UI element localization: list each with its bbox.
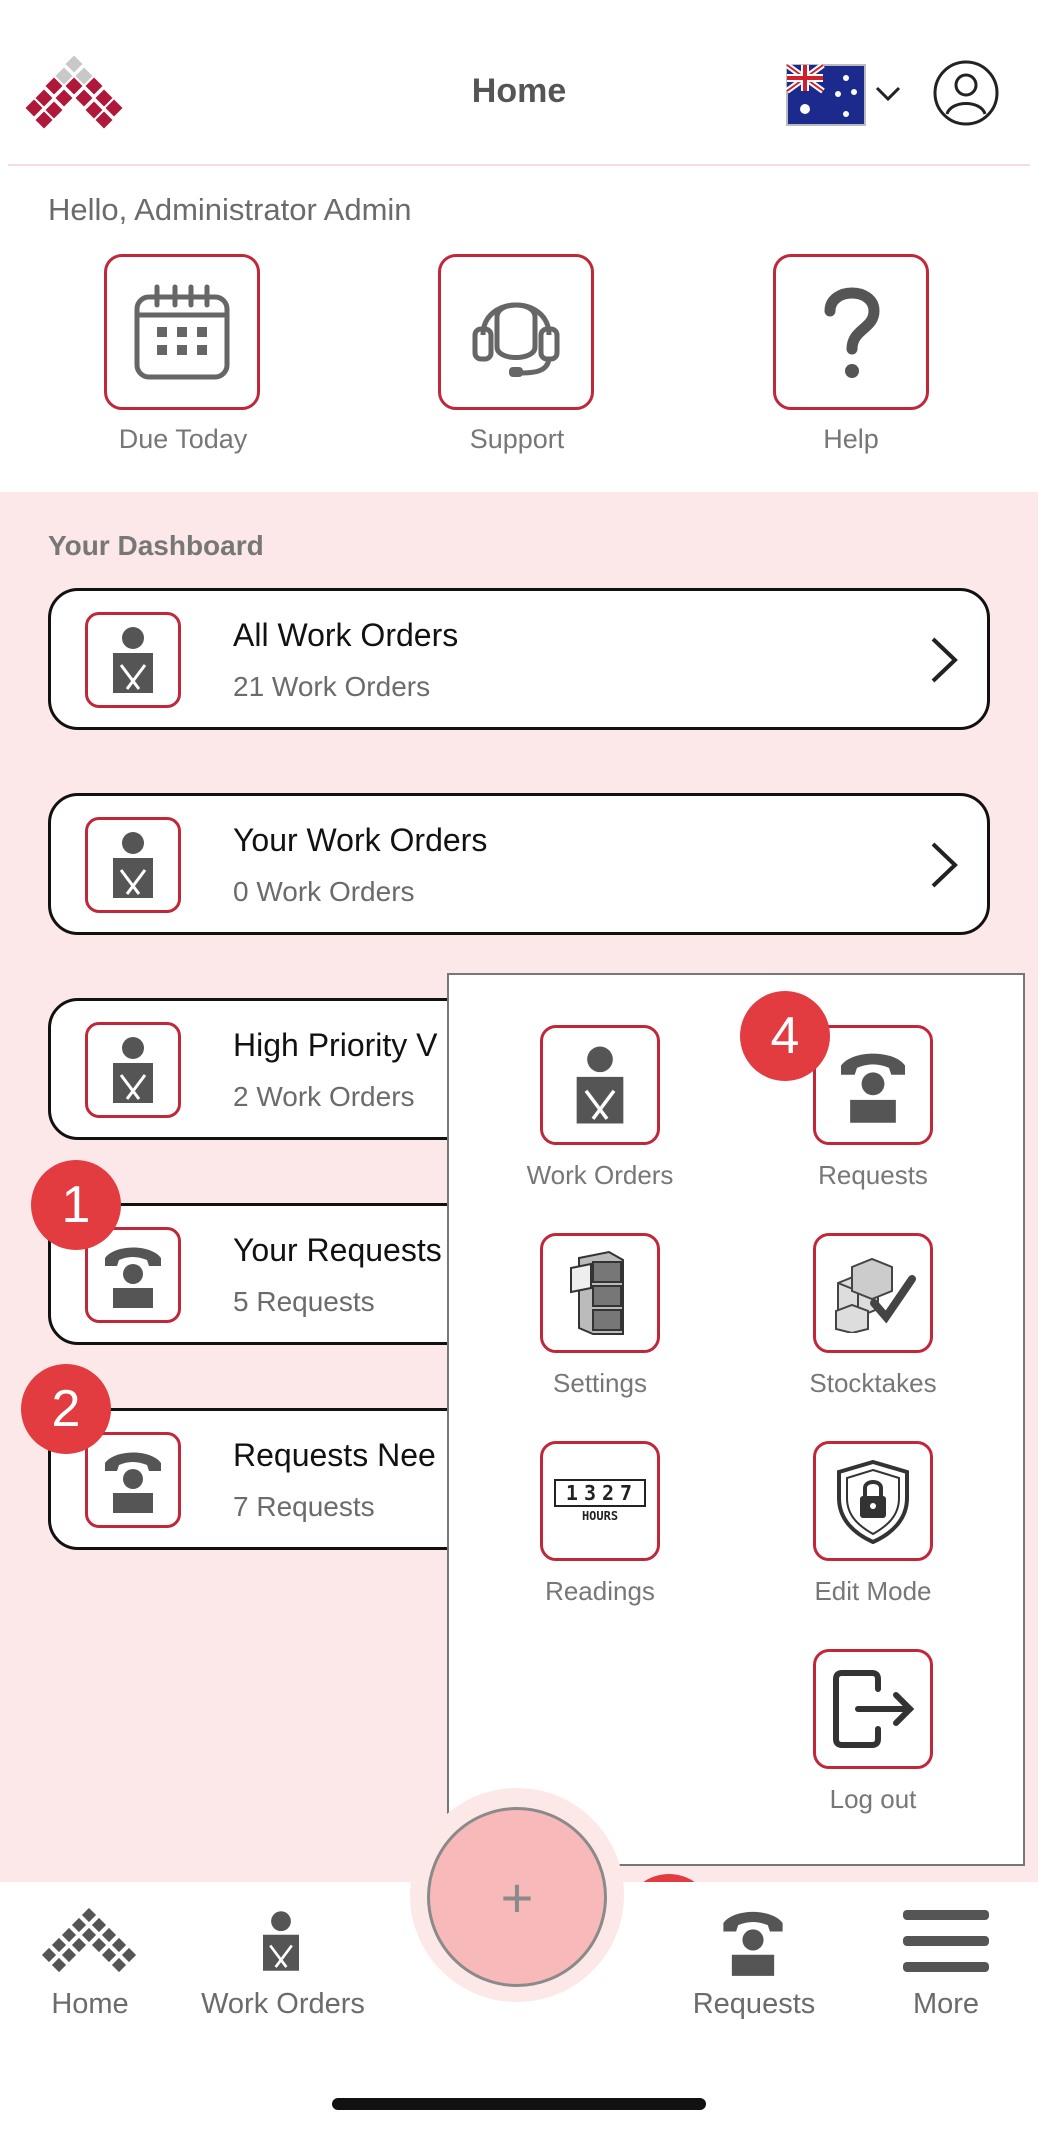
menu-requests-label: Requests	[818, 1160, 928, 1190]
menu-settings-label: Settings	[553, 1368, 647, 1398]
card-subtitle: 0 Work Orders	[233, 876, 415, 907]
support-button[interactable]	[438, 254, 594, 410]
card-all-work-orders[interactable]: All Work Orders 21 Work Orders	[48, 588, 990, 730]
card-title: All Work Orders	[233, 617, 459, 653]
nav-more-label: More	[912, 1988, 980, 2020]
hamburger-menu-icon	[903, 1910, 989, 1972]
home-indicator	[332, 2098, 706, 2110]
user-profile-icon[interactable]	[933, 60, 999, 126]
card-title: Your Requests	[233, 1232, 442, 1268]
work-order-icon	[263, 1911, 299, 1971]
readings-counter-digits: 1327	[554, 1479, 646, 1507]
help-label: Help	[823, 424, 879, 454]
telephone-person-icon	[723, 1911, 783, 1976]
work-order-icon	[85, 612, 181, 708]
hours-counter-icon: 1327 HOURS	[554, 1479, 646, 1523]
telephone-person-icon	[841, 1053, 905, 1123]
card-subtitle: 5 Requests	[233, 1286, 375, 1317]
due-today-label: Due Today	[118, 424, 248, 454]
step-badge-4: 4	[740, 991, 830, 1081]
menu-requests-button[interactable]	[813, 1025, 933, 1145]
step-badge-1: 1	[31, 1160, 121, 1250]
shield-lock-icon	[837, 1459, 909, 1544]
card-subtitle: 7 Requests	[233, 1491, 375, 1522]
dashboard-title: Your Dashboard	[48, 530, 264, 561]
add-fab-button[interactable]: +	[427, 1807, 607, 1987]
support-label: Support	[469, 424, 565, 454]
menu-log-out-label: Log out	[829, 1784, 917, 1814]
menu-edit-mode-label: Edit Mode	[814, 1576, 932, 1606]
greeting-text: Hello, Administrator Admin	[48, 192, 412, 227]
nav-requests-label: Requests	[692, 1988, 816, 2020]
app-header: Home	[0, 0, 1038, 166]
menu-stocktakes-label: Stocktakes	[809, 1368, 937, 1398]
due-today-button[interactable]	[104, 254, 260, 410]
menu-log-out-button[interactable]	[813, 1649, 933, 1769]
card-title: Requests Nee	[233, 1437, 436, 1473]
work-order-icon	[85, 1022, 181, 1118]
card-subtitle: 2 Work Orders	[233, 1081, 415, 1112]
diamond-logo-icon	[41, 1908, 137, 1973]
menu-work-orders-label: Work Orders	[526, 1160, 674, 1190]
logout-icon	[833, 1670, 915, 1748]
language-selector[interactable]	[786, 64, 906, 126]
card-title: Your Work Orders	[233, 822, 488, 858]
telephone-person-icon	[85, 1432, 181, 1528]
calendar-icon	[134, 284, 230, 380]
menu-settings-button[interactable]	[540, 1233, 660, 1353]
step-badge-2: 2	[21, 1364, 111, 1454]
work-order-icon	[85, 817, 181, 913]
work-order-icon	[576, 1046, 624, 1124]
nav-work-orders-label: Work Orders	[201, 1988, 365, 2020]
filing-cabinet-icon	[570, 1250, 624, 1335]
header-divider	[8, 164, 1030, 166]
nav-home-label: Home	[51, 1988, 129, 2020]
menu-edit-mode-button[interactable]	[813, 1441, 933, 1561]
card-title: High Priority V	[233, 1027, 438, 1063]
menu-readings-button[interactable]: 1327 HOURS	[540, 1441, 660, 1561]
boxes-check-icon	[835, 1257, 916, 1333]
card-subtitle: 21 Work Orders	[233, 671, 431, 702]
australia-flag-icon	[786, 64, 866, 126]
menu-readings-label: Readings	[545, 1576, 655, 1606]
menu-stocktakes-button[interactable]	[813, 1233, 933, 1353]
card-your-work-orders[interactable]: Your Work Orders 0 Work Orders	[48, 793, 990, 935]
help-button[interactable]	[773, 254, 929, 410]
more-popup-menu: Work Orders Requests Settings Stocktakes…	[447, 973, 1025, 1866]
chevron-right-icon	[931, 842, 958, 888]
menu-work-orders-button[interactable]	[540, 1025, 660, 1145]
headset-icon	[472, 302, 560, 377]
chevron-down-icon	[875, 86, 901, 102]
question-mark-icon	[824, 287, 880, 378]
readings-counter-unit: HOURS	[581, 1509, 619, 1523]
chevron-right-icon	[931, 637, 958, 683]
